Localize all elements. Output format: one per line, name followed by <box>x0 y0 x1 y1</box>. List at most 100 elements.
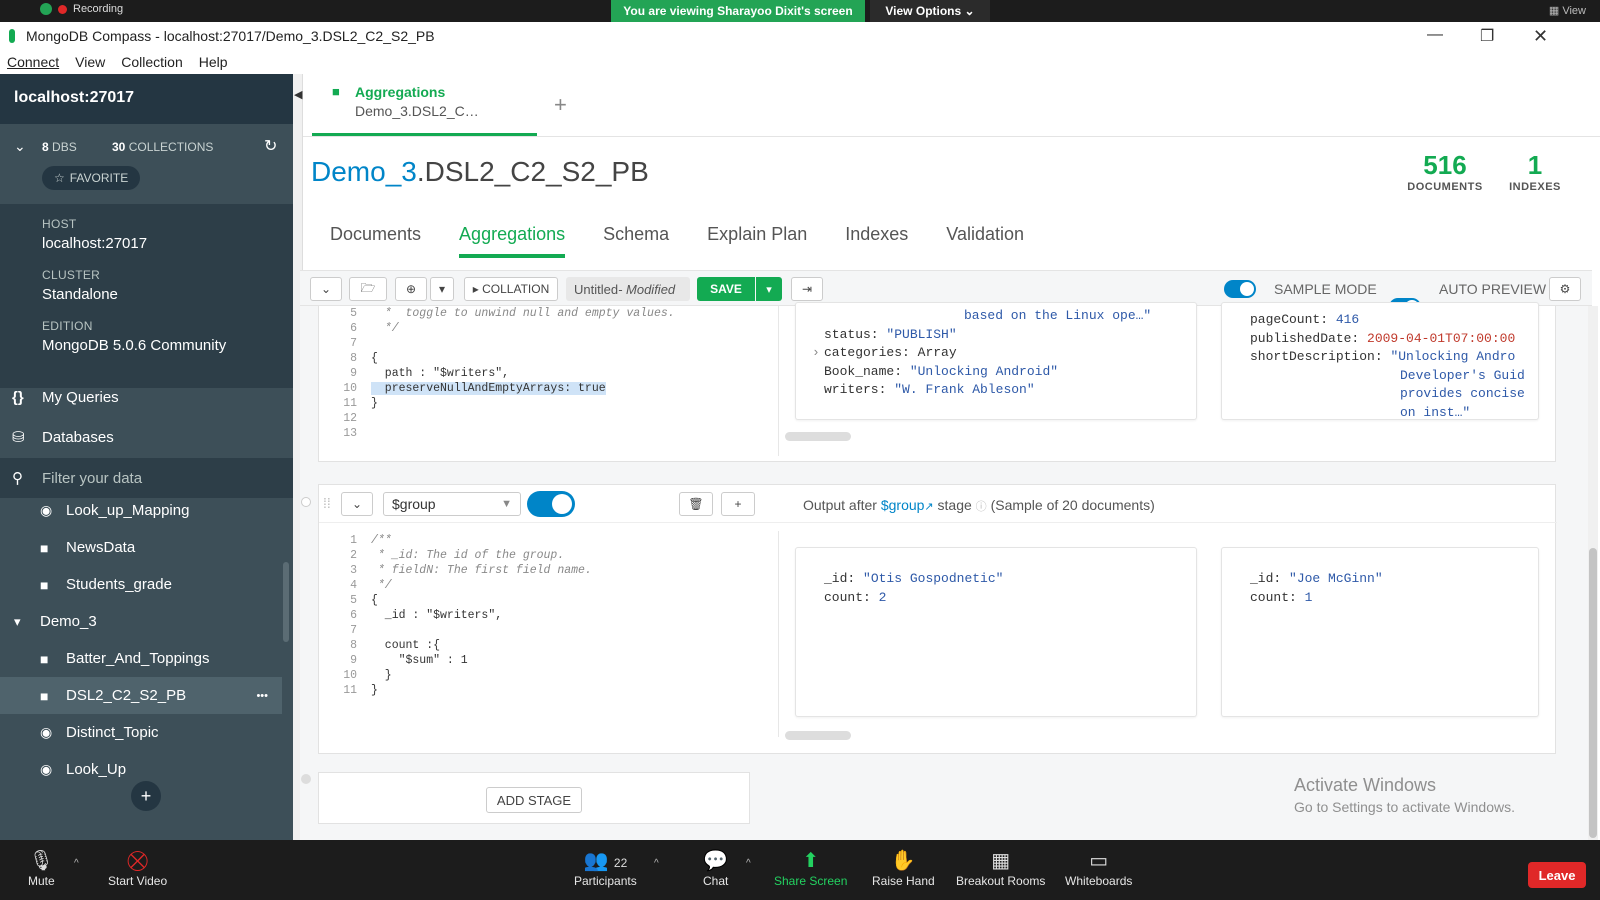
sidebar-tree-item[interactable]: ■ Students_grade <box>0 566 282 603</box>
grid-icon: ▦ <box>1548 5 1560 17</box>
refresh-icon[interactable]: ↻ <box>264 136 277 156</box>
restore-icon[interactable]: ❐ <box>1480 26 1494 46</box>
stage1-editor[interactable]: 5 * toggle to unwind null and empty valu… <box>329 306 779 456</box>
field-value: "Unlocking Android" <box>909 363 1059 379</box>
external-link-icon[interactable]: ↗ <box>924 501 933 513</box>
drag-handle-icon[interactable]: ⁞⁞ <box>323 495 331 511</box>
add-after-stage-button[interactable]: + <box>721 492 755 516</box>
sidebar-tree-item[interactable]: ◉ Look_up_Mapping <box>0 492 282 529</box>
add-stage-button[interactable]: ADD STAGE <box>486 787 582 813</box>
field-value: Array <box>917 345 957 360</box>
folder-icon: ■ <box>332 84 340 99</box>
menu-view[interactable]: View <box>75 54 105 70</box>
new-tab-button[interactable]: + <box>554 92 567 118</box>
tab-aggregations[interactable]: Aggregations <box>459 224 566 258</box>
menu-help[interactable]: Help <box>199 54 228 70</box>
sample-mode-toggle[interactable] <box>1224 280 1256 298</box>
start-video-button[interactable]: ⛒ Start Video <box>108 848 167 888</box>
add-database-button[interactable]: + <box>131 781 161 811</box>
leave-button[interactable]: Leave <box>1528 862 1586 888</box>
pipeline-name[interactable]: Untitled - Modified <box>566 277 690 301</box>
dbs-number: 8 <box>42 140 49 154</box>
more-options-icon[interactable]: ••• <box>256 690 268 702</box>
line-number: 11 <box>343 684 357 697</box>
participants-caret-icon[interactable]: ^ <box>654 858 659 869</box>
add-stage-menu-button[interactable]: ⊕ <box>395 277 427 301</box>
doc-field-categories[interactable]: › categories: Array <box>812 344 1196 363</box>
favorite-button[interactable]: ☆ FAVORITE <box>42 166 141 190</box>
sidebar-tree-item[interactable]: ◉ Distinct_Topic <box>0 714 282 751</box>
collapse-caret-icon[interactable]: ⌄ <box>14 138 26 155</box>
shield-icon <box>40 3 52 15</box>
stage-enable-toggle[interactable] <box>527 491 575 517</box>
code-text: _id : "$writers", <box>371 609 503 622</box>
collection-db-link[interactable]: Demo_3 <box>311 156 417 187</box>
settings-button[interactable]: ⚙ <box>1549 277 1581 301</box>
tab-documents[interactable]: Documents <box>330 224 421 258</box>
stage1-hscrollbar[interactable] <box>785 432 851 441</box>
sidebar-tree-item[interactable]: ■ DSL2_C2_S2_PB ••• <box>0 677 282 714</box>
participants-button[interactable]: 👥 22 Participants <box>574 848 637 888</box>
mute-button[interactable]: 🎙 Mute <box>28 848 55 888</box>
sidebar-my-queries[interactable]: {} My Queries <box>0 377 293 417</box>
collation-button[interactable]: ▸ COLLATION <box>464 277 558 301</box>
filter-placeholder: Filter your data <box>42 469 143 487</box>
export-button[interactable]: ⇥ <box>791 277 823 301</box>
tab-schema[interactable]: Schema <box>603 224 669 258</box>
raise-hand-button[interactable]: ✋ Raise Hand <box>872 848 935 888</box>
main-scrollbar-thumb[interactable] <box>1589 548 1597 838</box>
activate-windows-watermark: Activate Windows Go to Settings to activ… <box>1294 775 1515 815</box>
doc-field-writers: writers: "W. Frank Ableson" <box>824 381 1196 400</box>
menu-collection[interactable]: Collection <box>121 54 182 70</box>
collection-subtabs: Documents Aggregations Schema Explain Pl… <box>330 224 1024 258</box>
code-line: 2 * _id: The id of the group. <box>335 548 778 563</box>
sidebar-databases[interactable]: ⛁ Databases <box>0 417 293 457</box>
sidebar-tree-item[interactable]: ▾ Demo_3 <box>0 603 282 640</box>
save-button[interactable]: SAVE <box>697 277 755 301</box>
breakout-rooms-button[interactable]: ▦ Breakout Rooms <box>956 848 1045 888</box>
collapse-sidebar-icon[interactable]: ◀ <box>294 88 302 101</box>
mute-options-caret-icon[interactable]: ^ <box>74 858 79 869</box>
save-dropdown-button[interactable]: ▾ <box>756 277 782 301</box>
tab-explain-plan[interactable]: Explain Plan <box>707 224 807 258</box>
collapse-stages-button[interactable]: ⌄ <box>310 277 342 301</box>
sidebar-tree-item[interactable]: ■ Batter_And_Toppings <box>0 640 282 677</box>
microphone-icon: 🎙 <box>28 850 55 872</box>
sidebar-tree-item[interactable]: ■ NewsData <box>0 529 282 566</box>
stage-operator-select[interactable]: $group ▼ <box>383 492 521 516</box>
field-value: "Unlocking Andro <box>1390 349 1516 364</box>
close-icon[interactable]: ✕ <box>1533 26 1548 47</box>
chat-caret-icon[interactable]: ^ <box>746 858 751 869</box>
view-options-button[interactable]: View Options ⌄ <box>870 0 990 22</box>
stage2-collapse-button[interactable]: ⌄ <box>341 492 373 516</box>
host-value: localhost:27017 <box>42 235 148 252</box>
chat-button[interactable]: 💬 Chat <box>703 848 728 888</box>
pipeline-dropdown-button[interactable]: ▾ <box>430 277 454 301</box>
minimize-icon[interactable]: — <box>1427 26 1443 44</box>
stage2-editor[interactable]: 1/** 2 * _id: The id of the group. 3 * fie… <box>329 531 779 737</box>
tab-aggregations-top[interactable]: ■ Aggregations Demo_3.DSL2_C… <box>312 74 537 136</box>
share-screen-button[interactable]: ⬆ Share Screen <box>774 848 847 888</box>
doc-desc-tail: based on the Linux ope…" <box>964 308 1152 323</box>
line-number: 9 <box>350 367 357 380</box>
code-line: 5{ <box>335 593 778 608</box>
top-view-button[interactable]: ▦ View <box>1549 4 1586 17</box>
whiteboards-button[interactable]: ▭ Whiteboards <box>1065 848 1132 888</box>
delete-stage-button[interactable]: 🗑 <box>679 492 713 516</box>
output-stage-link[interactable]: $group <box>881 497 925 513</box>
stage2-hscrollbar[interactable] <box>785 731 851 740</box>
stage2-output-header: Output after $group↗ stage ⓘ (Sample of … <box>803 497 1155 514</box>
menu-connect[interactable]: Connect <box>7 54 59 70</box>
expand-caret-icon[interactable]: › <box>812 344 820 363</box>
line-number: 10 <box>343 382 357 395</box>
collections-count: 30 COLLECTIONS <box>112 140 213 154</box>
open-pipeline-button[interactable]: 🗁 <box>349 277 387 301</box>
info-icon[interactable]: ⓘ <box>976 501 987 513</box>
doc-field-status: status: "PUBLISH" <box>824 326 1196 345</box>
tab-indexes[interactable]: Indexes <box>845 224 908 258</box>
sidebar-scrollbar[interactable] <box>283 562 289 642</box>
instance-details: HOST localhost:27017 CLUSTER Standalone … <box>0 204 293 388</box>
folder-icon: ■ <box>40 539 49 556</box>
tab-validation[interactable]: Validation <box>946 224 1024 258</box>
line-number: 5 <box>350 594 357 607</box>
